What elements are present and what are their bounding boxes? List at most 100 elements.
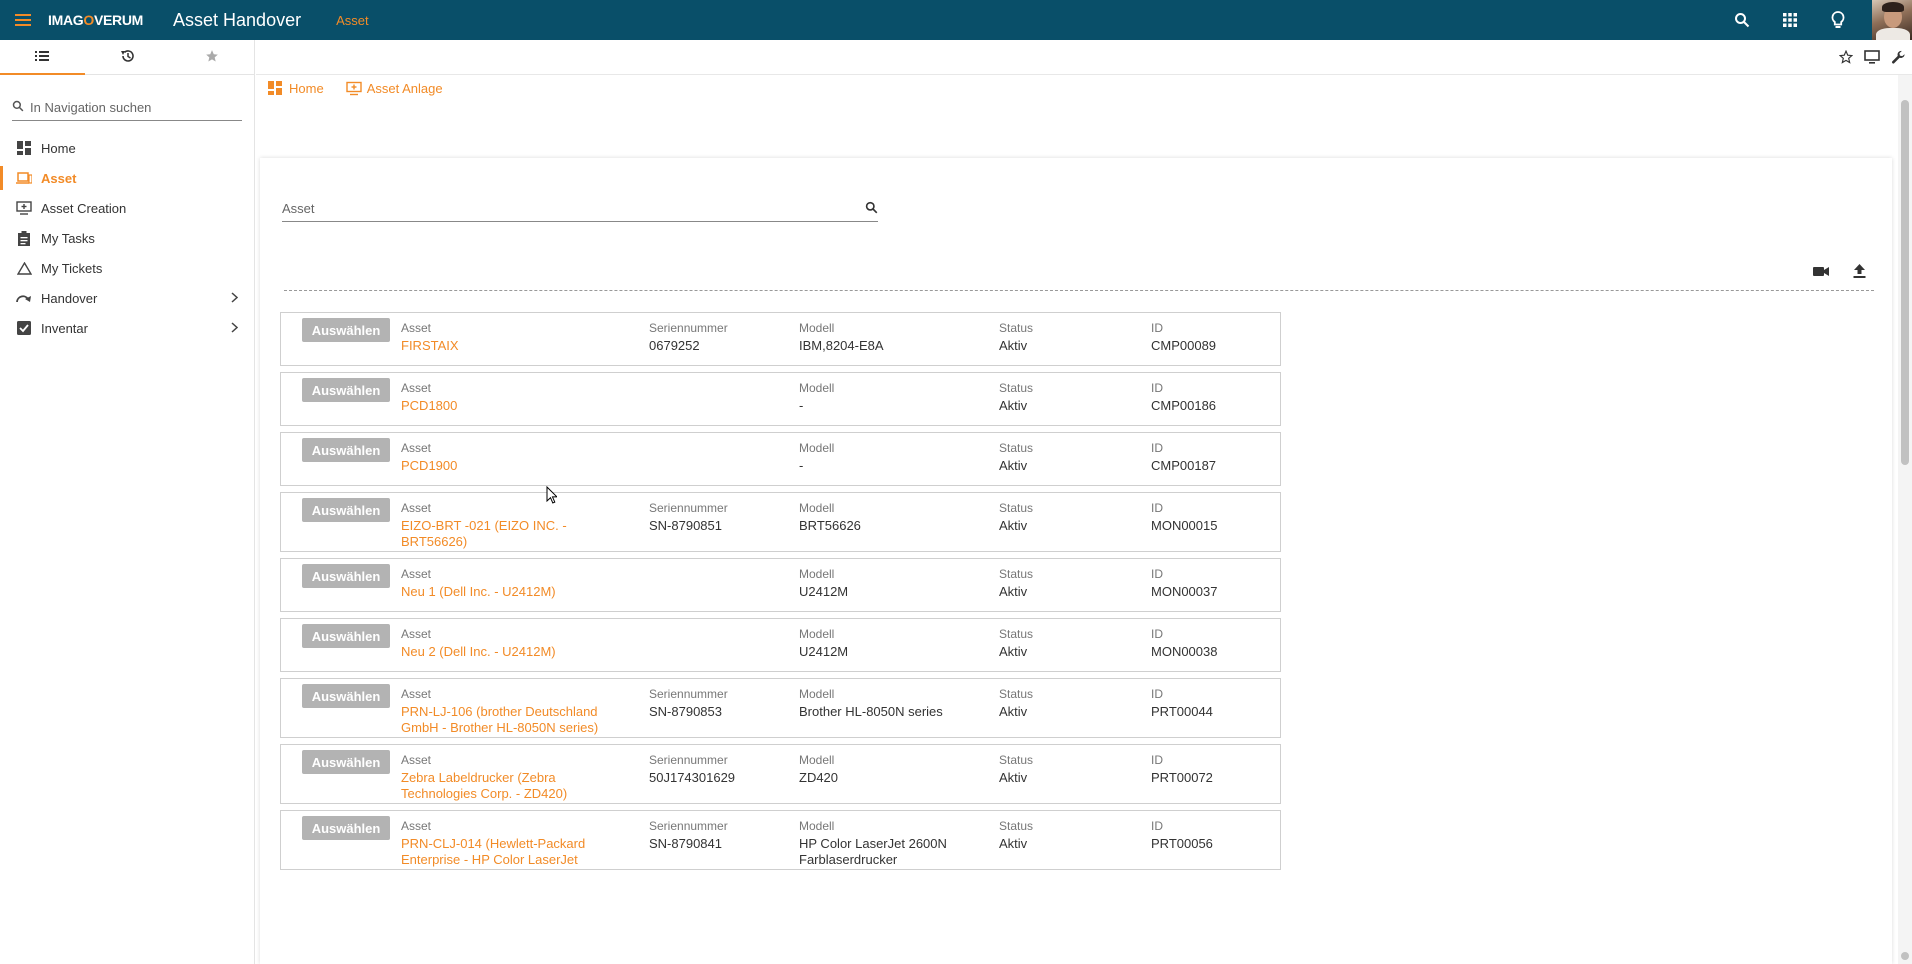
- redo-icon: [16, 290, 32, 306]
- sidebar-item-inventar[interactable]: Inventar: [0, 313, 254, 343]
- sidebar-item-label: Asset: [41, 170, 77, 186]
- asset-id-label: ID: [1151, 321, 1163, 335]
- page-scrollbar[interactable]: [1898, 75, 1912, 964]
- apps-grid-icon[interactable]: [1766, 0, 1814, 40]
- tab-history[interactable]: [85, 40, 170, 74]
- asset-value[interactable]: PCD1900: [401, 456, 616, 476]
- asset-column: Asset Neu 1 (Dell Inc. - U2412M): [401, 567, 616, 602]
- asset-id-label: ID: [1151, 501, 1163, 515]
- asset-value[interactable]: GmbH - Brother HL-8050N series): [401, 718, 616, 738]
- imagoverum-logo[interactable]: IMAGOVERUM: [48, 12, 143, 28]
- scrollbar-thumb[interactable]: [1901, 100, 1909, 465]
- breadcrumb-label: Asset Anlage: [366, 80, 443, 96]
- top-bar: IMAGOVERUM Asset Handover Asset: [0, 0, 1912, 40]
- asset-row: Auswählen Asset PRN-LJ-106 (brother Deutsc…: [280, 678, 1281, 738]
- search-icon: [12, 100, 24, 115]
- sidebar-item-asset-creation[interactable]: Asset Creation: [0, 193, 254, 223]
- asset-value[interactable]: PCD1800: [401, 396, 616, 416]
- divider: [284, 290, 1874, 291]
- navigation-search-input[interactable]: [30, 100, 242, 115]
- asset-id-label: ID: [1151, 381, 1163, 395]
- serial-number-column: Seriennummer 0679252: [649, 321, 789, 356]
- sidebar-item-my-tickets[interactable]: My Tickets: [0, 253, 254, 283]
- upload-icon[interactable]: [1850, 262, 1868, 280]
- asset-label: Asset: [401, 321, 432, 335]
- serial-number-value: SN-8790841: [649, 836, 722, 851]
- user-avatar[interactable]: [1872, 0, 1912, 40]
- model-column: Modell ZD420: [799, 753, 989, 788]
- asset-id-label: ID: [1151, 441, 1163, 455]
- chevron-right-icon: [231, 321, 239, 336]
- sidebar-item-home[interactable]: Home: [0, 133, 254, 163]
- navigation-list: Home Asset Asset Creation My Tasks My Ti…: [0, 133, 254, 343]
- model-label: Modell: [799, 567, 835, 581]
- asset-row: Auswählen Asset PCD1800 Modell - Status Aktiv I…: [280, 372, 1281, 426]
- serial-number-label: Seriennummer: [649, 501, 728, 515]
- asset-search: [282, 196, 878, 222]
- tab-favorites[interactable]: [169, 40, 254, 74]
- model-column: Modell -: [799, 381, 989, 416]
- asset-id-column: ID CMP00186: [1151, 381, 1271, 416]
- asset-list: Auswählen Asset FIRSTAIX Seriennummer 067925…: [280, 312, 1281, 876]
- asset-value[interactable]: FIRSTAIX: [401, 336, 616, 356]
- video-camera-icon[interactable]: [1812, 262, 1830, 280]
- model-column: Modell IBM,8204-E8A: [799, 321, 989, 356]
- asset-label: Asset: [401, 441, 432, 455]
- sidebar-item-asset[interactable]: Asset: [0, 163, 254, 193]
- asset-id-value: PRT00044: [1151, 704, 1213, 719]
- search-icon[interactable]: [1718, 0, 1766, 40]
- asset-value[interactable]: Technologies Corp. - ZD420): [401, 784, 616, 804]
- hamburger-menu-icon[interactable]: [0, 0, 46, 40]
- serial-number-label: Seriennummer: [649, 321, 728, 335]
- select-button[interactable]: Auswählen: [302, 378, 390, 402]
- select-button[interactable]: Auswählen: [302, 564, 390, 588]
- tab-navigation[interactable]: [0, 40, 85, 75]
- model-value: U2412M: [799, 584, 849, 599]
- model-label: Modell: [799, 321, 835, 335]
- asset-id-value: MON00037: [1151, 584, 1218, 599]
- select-button[interactable]: Auswählen: [302, 684, 390, 708]
- status-column: Status Aktiv: [999, 441, 1099, 476]
- select-button[interactable]: Auswählen: [302, 816, 390, 840]
- model-label: Modell: [799, 819, 835, 833]
- status-column: Status Aktiv: [999, 321, 1099, 356]
- breadcrumb-asset-anlage[interactable]: Asset Anlage: [345, 80, 443, 96]
- asset-label: Asset: [401, 753, 432, 767]
- status-label: Status: [999, 687, 1034, 701]
- asset-row: Auswählen Asset Neu 2 (Dell Inc. - U2412M)…: [280, 618, 1281, 672]
- asset-value[interactable]: Neu 2 (Dell Inc. - U2412M): [401, 642, 616, 662]
- select-button[interactable]: Auswählen: [302, 750, 390, 774]
- monitor-icon[interactable]: [1864, 49, 1880, 65]
- asset-id-column: ID PRT00044: [1151, 687, 1271, 722]
- breadcrumb-label: Home: [289, 80, 324, 96]
- wrench-icon[interactable]: [1890, 49, 1906, 65]
- asset-value[interactable]: Neu 1 (Dell Inc. - U2412M): [401, 582, 616, 602]
- model-label: Modell: [799, 687, 835, 701]
- lightbulb-icon[interactable]: [1814, 0, 1862, 40]
- status-value: Aktiv: [999, 398, 1028, 413]
- serial-number-column: Seriennummer SN-8790853: [649, 687, 789, 722]
- scrollbar-arrow-down[interactable]: [1901, 952, 1909, 960]
- asset-search-input[interactable]: [282, 201, 865, 216]
- select-button[interactable]: Auswählen: [302, 438, 390, 462]
- sidebar-item-my-tasks[interactable]: My Tasks: [0, 223, 254, 253]
- select-button[interactable]: Auswählen: [302, 498, 390, 522]
- status-value: Aktiv: [999, 518, 1028, 533]
- search-icon[interactable]: [865, 201, 878, 217]
- sidebar-item-label: Home: [41, 140, 76, 156]
- serial-number-value: 0679252: [649, 338, 700, 353]
- status-label: Status: [999, 321, 1034, 335]
- model-value: BRT56626: [799, 518, 861, 533]
- asset-id-value: CMP00186: [1151, 398, 1217, 413]
- star-outline-icon[interactable]: [1838, 49, 1854, 65]
- serial-number-label: Seriennummer: [649, 819, 728, 833]
- serial-number-value: SN-8790853: [649, 704, 722, 719]
- sidebar-item-handover[interactable]: Handover: [0, 283, 254, 313]
- asset-label: Asset: [401, 501, 432, 515]
- asset-id-column: ID MON00037: [1151, 567, 1271, 602]
- select-button[interactable]: Auswählen: [302, 318, 390, 342]
- asset-id-label: ID: [1151, 819, 1163, 833]
- model-label: Modell: [799, 753, 835, 767]
- breadcrumb-home[interactable]: Home: [268, 80, 324, 96]
- select-button[interactable]: Auswählen: [302, 624, 390, 648]
